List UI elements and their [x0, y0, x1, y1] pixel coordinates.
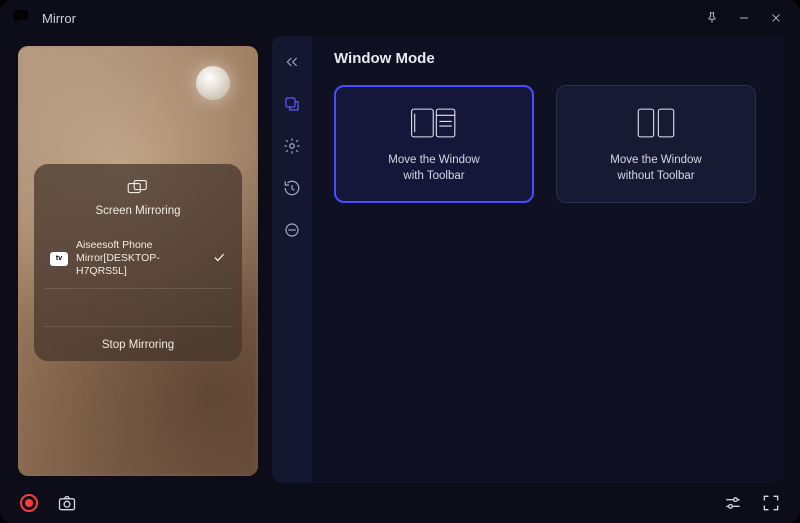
- mirror-target-name: Aiseesoft Phone Mirror[DESKTOP-H7QRS5L]: [76, 239, 204, 278]
- stop-mirroring-button[interactable]: Stop Mirroring: [44, 327, 232, 351]
- screen-mirroring-title: Screen Mirroring: [44, 205, 232, 217]
- option-without-toolbar[interactable]: Move the Windowwithout Toolbar: [556, 85, 756, 203]
- screen-mirroring-icon: [44, 178, 232, 201]
- cast-icon: [12, 7, 30, 30]
- appletv-badge-icon: tv: [50, 252, 68, 266]
- app-title: Mirror: [42, 11, 76, 26]
- close-button[interactable]: [764, 6, 788, 30]
- settings-content: Window Mode Move the Windowwith Toolbar: [312, 36, 784, 483]
- check-icon: [212, 250, 226, 267]
- collapse-panel-button[interactable]: [278, 48, 306, 76]
- option-with-toolbar[interactable]: Move the Windowwith Toolbar: [334, 85, 534, 203]
- screen-mirroring-panel: Screen Mirroring tv Aiseesoft Phone Mirr…: [34, 164, 242, 361]
- mirror-target-row[interactable]: tv Aiseesoft Phone Mirror[DESKTOP-H7QRS5…: [44, 231, 232, 289]
- adjust-button[interactable]: [720, 490, 746, 516]
- settings-sidenav: [272, 36, 312, 483]
- nav-history[interactable]: [278, 174, 306, 202]
- lamp-decoration: [196, 66, 230, 100]
- settings-panel: Window Mode Move the Windowwith Toolbar: [272, 36, 784, 483]
- nav-settings[interactable]: [278, 132, 306, 160]
- main-area: Screen Mirroring tv Aiseesoft Phone Mirr…: [0, 36, 800, 483]
- nav-window-mode[interactable]: [278, 90, 306, 118]
- screenshot-button[interactable]: [54, 490, 80, 516]
- phone-preview: Screen Mirroring tv Aiseesoft Phone Mirr…: [18, 46, 258, 476]
- pin-button[interactable]: [700, 6, 724, 30]
- minimize-button[interactable]: [732, 6, 756, 30]
- nav-resolution[interactable]: [278, 216, 306, 244]
- app-window: Mirror Screen Mirroring tv: [0, 0, 800, 523]
- record-button[interactable]: [16, 490, 42, 516]
- panel-divider: [44, 289, 232, 327]
- fullscreen-button[interactable]: [758, 490, 784, 516]
- section-heading: Window Mode: [334, 50, 762, 67]
- window-mode-cards: Move the Windowwith Toolbar Move the Win…: [334, 85, 762, 203]
- phone-preview-wrap: Screen Mirroring tv Aiseesoft Phone Mirr…: [16, 36, 260, 483]
- bottom-toolbar: [0, 483, 800, 523]
- titlebar: Mirror: [0, 0, 800, 36]
- option-label: Move the Windowwith Toolbar: [388, 153, 479, 184]
- option-label: Move the Windowwithout Toolbar: [610, 153, 701, 184]
